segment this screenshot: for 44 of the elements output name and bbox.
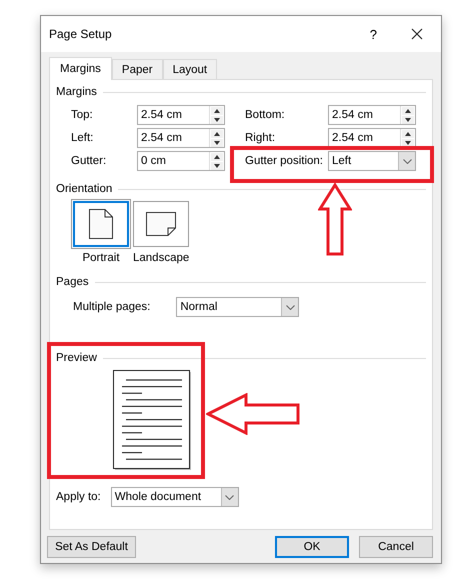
spin-field[interactable]: 0 cm xyxy=(137,151,225,171)
field-label: Gutter position: xyxy=(244,155,324,167)
portrait-page-icon xyxy=(89,209,113,239)
spin-down-icon[interactable] xyxy=(402,138,414,146)
spin-up-icon[interactable] xyxy=(211,106,223,114)
spin-down-icon[interactable] xyxy=(211,116,223,124)
help-button[interactable]: ? xyxy=(370,26,377,42)
chevron-down-icon xyxy=(286,304,295,310)
tab[interactable]: Margins xyxy=(49,57,112,80)
field-label: Top: xyxy=(71,109,94,121)
section-title: Pages xyxy=(56,276,89,288)
field-label: Left: xyxy=(71,132,94,144)
close-icon[interactable] xyxy=(411,28,423,40)
spin-up-icon[interactable] xyxy=(211,130,223,138)
spin-field[interactable]: 2.54 cm xyxy=(137,105,225,125)
tab[interactable]: Paper xyxy=(112,59,163,79)
dialog-button[interactable]: Cancel xyxy=(359,536,433,558)
field-label: Bottom: xyxy=(244,109,286,121)
window-title: Page Setup xyxy=(49,27,113,41)
section-title: Margins xyxy=(56,86,97,98)
spin-field[interactable]: 2.54 cm xyxy=(137,128,225,148)
spin-up-icon[interactable] xyxy=(402,130,414,138)
spin-down-icon[interactable] xyxy=(211,138,223,146)
spin-field[interactable]: 2.54 cm xyxy=(328,128,416,148)
spin-down-icon[interactable] xyxy=(402,116,414,124)
dropdown-field[interactable]: Normal xyxy=(176,297,300,317)
spin-up-icon[interactable] xyxy=(211,152,223,160)
tab[interactable]: Layout xyxy=(162,59,218,79)
spin-down-icon[interactable] xyxy=(211,162,223,170)
section-title: Orientation xyxy=(56,183,112,195)
dialog-button[interactable]: Set As Default xyxy=(47,536,136,558)
dialog-button[interactable]: OK xyxy=(275,536,349,558)
spin-field[interactable]: 2.54 cm xyxy=(328,105,416,125)
spin-up-icon[interactable] xyxy=(402,106,414,114)
landscape-page-icon xyxy=(146,212,176,236)
dropdown-field[interactable]: Left xyxy=(328,151,416,171)
field-label: Gutter: xyxy=(71,155,108,167)
field-label: Apply to: xyxy=(56,491,101,503)
field-label: Right: xyxy=(244,132,276,144)
chevron-down-icon xyxy=(402,158,412,164)
section-title: Preview xyxy=(56,352,97,364)
chevron-down-icon xyxy=(225,494,234,500)
dropdown-field[interactable]: Whole document xyxy=(110,487,239,507)
field-label: Multiple pages: xyxy=(73,301,150,313)
